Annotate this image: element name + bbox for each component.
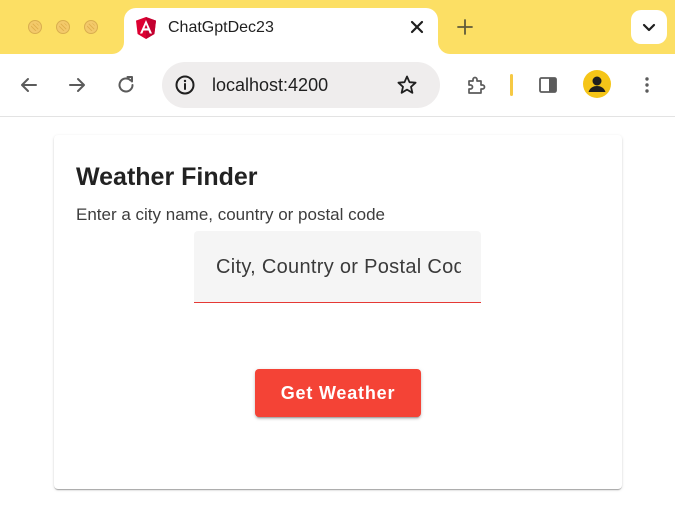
star-icon[interactable] (396, 74, 418, 96)
get-weather-button[interactable]: Get Weather (255, 369, 421, 417)
kebab-menu-icon[interactable] (636, 74, 658, 96)
reload-icon[interactable] (115, 74, 137, 96)
side-panel-icon[interactable] (537, 74, 559, 96)
angular-icon (136, 17, 156, 39)
card-title: Weather Finder (76, 163, 258, 191)
page-content: Weather Finder Enter a city name, countr… (0, 117, 675, 506)
close-icon[interactable] (406, 16, 428, 38)
tab-search-button[interactable] (631, 10, 667, 44)
tab-active[interactable]: ChatGptDec23 (124, 8, 438, 54)
arrow-right-icon[interactable] (66, 74, 88, 96)
info-icon[interactable] (174, 74, 196, 96)
minimize-window-button[interactable] (56, 20, 70, 34)
address-text[interactable]: localhost:4200 (212, 75, 328, 96)
location-input[interactable] (216, 253, 461, 281)
profile-icon (588, 76, 606, 92)
browser-toolbar: localhost:4200 (0, 54, 675, 117)
plus-icon[interactable] (455, 17, 475, 37)
puzzle-icon[interactable] (465, 74, 487, 96)
location-field[interactable] (194, 231, 481, 303)
toolbar-divider (510, 74, 513, 96)
avatar[interactable] (583, 70, 611, 98)
tab-strip: ChatGptDec23 (0, 0, 675, 54)
maximize-window-button[interactable] (84, 20, 98, 34)
chevron-down-icon (642, 23, 656, 32)
browser-window: ChatGptDec23 localhost:4200 Weather Find… (0, 0, 675, 506)
weather-card: Weather Finder Enter a city name, countr… (54, 135, 622, 489)
card-subtitle: Enter a city name, country or postal cod… (76, 205, 385, 224)
address-bar[interactable]: localhost:4200 (162, 62, 440, 108)
close-window-button[interactable] (28, 20, 42, 34)
arrow-left-icon[interactable] (18, 74, 40, 96)
tab-title: ChatGptDec23 (168, 19, 274, 36)
